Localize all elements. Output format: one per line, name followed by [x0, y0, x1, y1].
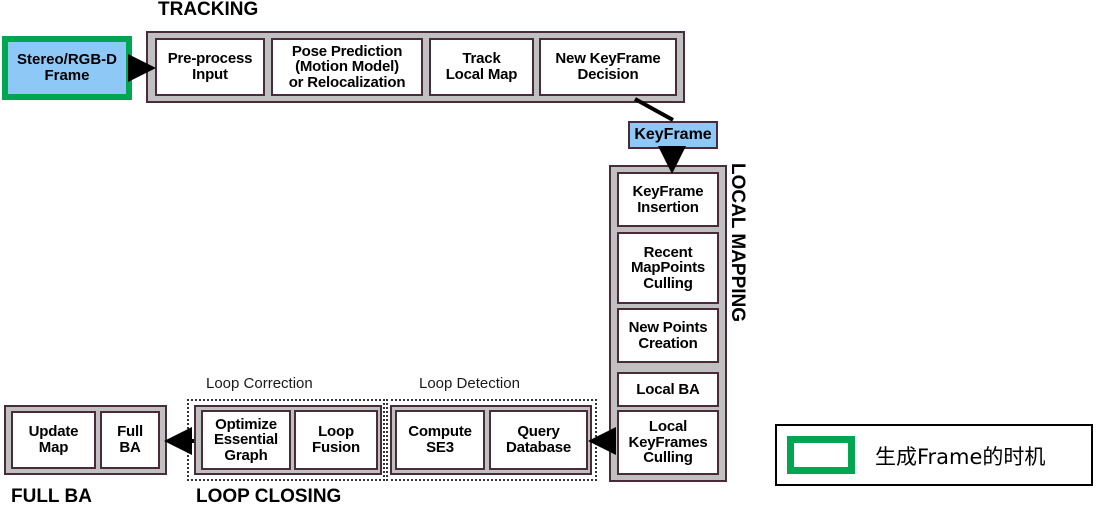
- tracking-node-track-local-map-label: Track Local Map: [445, 50, 518, 83]
- loop-closing-node-loop-fusion-label: Loop Fusion: [312, 423, 360, 456]
- tracking-node-pose-prediction-label: Pose Prediction (Motion Model) or Reloca…: [288, 42, 406, 91]
- loop-closing-node-compute-se3[interactable]: Compute SE3: [395, 410, 485, 470]
- loop-closing-node-query-database[interactable]: Query Database: [489, 410, 588, 470]
- loop-closing-node-query-database-label: Query Database: [505, 423, 572, 456]
- local-mapping-node-local-ba[interactable]: Local BA: [617, 372, 719, 407]
- loop-detection-caption: Loop Detection: [419, 375, 520, 392]
- loop-closing-node-loop-fusion[interactable]: Loop Fusion: [294, 410, 378, 470]
- legend-label: 生成Frame的时机: [875, 445, 1046, 469]
- keyframe-node-label: KeyFrame: [634, 126, 712, 143]
- tracking-node-pre-process-input-label: Pre-process Input: [167, 50, 253, 83]
- tracking-node-new-keyframe-decision[interactable]: New KeyFrame Decision: [539, 38, 677, 96]
- local-mapping-node-recent-mappoints-culling[interactable]: Recent MapPoints Culling: [617, 232, 719, 304]
- full-ba-node-update-map[interactable]: Update Map: [11, 411, 96, 469]
- loop-correction-caption: Loop Correction: [206, 375, 313, 392]
- local-mapping-node-keyframe-insertion-label: KeyFrame Insertion: [632, 182, 704, 216]
- loop-closing-node-optimize-essential-graph[interactable]: Optimize Essential Graph: [201, 410, 291, 470]
- loop-closing-section-caption: LOOP CLOSING: [196, 486, 342, 507]
- loop-closing-node-optimize-essential-graph-label: Optimize Essential Graph: [213, 415, 279, 464]
- local-mapping-node-recent-mappoints-culling-label: Recent MapPoints Culling: [630, 243, 706, 292]
- keyframe-node[interactable]: KeyFrame: [628, 121, 718, 149]
- tracking-node-track-local-map[interactable]: Track Local Map: [429, 38, 534, 96]
- full-ba-section-caption: FULL BA: [11, 486, 92, 507]
- local-mapping-section-caption: LOCAL MAPPING: [727, 163, 748, 323]
- tracking-node-pre-process-input[interactable]: Pre-process Input: [155, 38, 265, 96]
- full-ba-node-full-ba[interactable]: Full BA: [100, 411, 160, 469]
- local-mapping-node-local-ba-label: Local BA: [636, 380, 700, 398]
- legend-green-swatch: [787, 436, 855, 474]
- local-mapping-node-local-keyframes-culling[interactable]: Local KeyFrames Culling: [617, 410, 719, 475]
- input-frame-node-label: Stereo/RGB-D Frame: [16, 51, 117, 84]
- local-mapping-node-local-keyframes-culling-label: Local KeyFrames Culling: [628, 418, 708, 467]
- local-mapping-node-keyframe-insertion[interactable]: KeyFrame Insertion: [617, 172, 719, 227]
- local-mapping-node-new-points-creation-label: New Points Creation: [628, 318, 708, 352]
- full-ba-node-update-map-label: Update Map: [28, 423, 79, 456]
- full-ba-node-full-ba-label: Full BA: [117, 423, 143, 456]
- diagram-canvas: TRACKING Pre-process Input Pose Predicti…: [0, 0, 1102, 507]
- tracking-node-new-keyframe-decision-label: New KeyFrame Decision: [555, 50, 661, 83]
- loop-closing-node-compute-se3-label: Compute SE3: [408, 423, 472, 456]
- tracking-section-caption: TRACKING: [158, 0, 259, 20]
- tracking-node-pose-prediction[interactable]: Pose Prediction (Motion Model) or Reloca…: [271, 38, 423, 96]
- local-mapping-node-new-points-creation[interactable]: New Points Creation: [617, 308, 719, 363]
- input-frame-node[interactable]: Stereo/RGB-D Frame: [2, 36, 132, 100]
